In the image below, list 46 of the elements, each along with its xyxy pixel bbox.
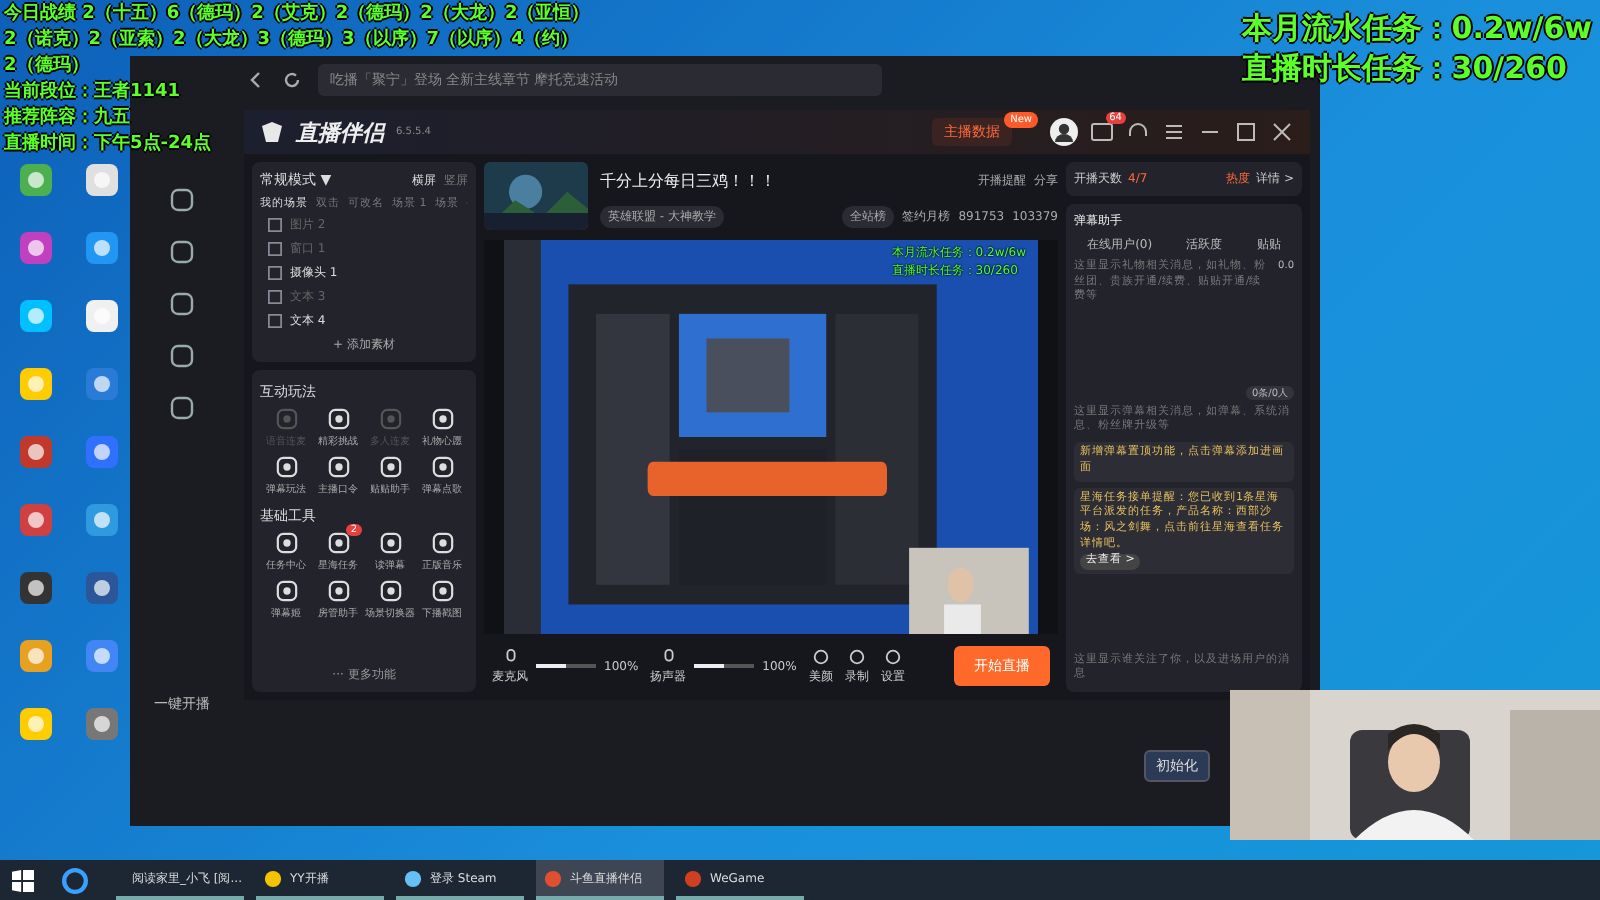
desktop-app-icon[interactable] xyxy=(16,500,56,540)
overlay-text: 直播时间：下午5点-24点 xyxy=(4,132,212,158)
browser-icon[interactable] xyxy=(62,867,88,893)
menu-icon[interactable] xyxy=(1162,120,1186,144)
overlay-text: 本月流水任务：0.2w/6w xyxy=(1241,8,1592,48)
logo-icon xyxy=(260,120,284,144)
overlay-text: 2（诺克）2（亚索）2（大龙）3（德玛）3（以序）7（以序）4（约） xyxy=(4,28,578,54)
app-title: 直播伴侣 xyxy=(296,117,384,147)
desktop-app-icon[interactable] xyxy=(16,432,56,472)
desktop-app-icon[interactable] xyxy=(16,296,56,336)
desktop-app-icon[interactable] xyxy=(16,364,56,404)
desktop-app-icon[interactable] xyxy=(16,228,56,268)
overlay-text: 推荐阵容：九五 xyxy=(4,106,130,132)
desktop-app-icon[interactable] xyxy=(82,296,122,336)
desktop-app-icon[interactable] xyxy=(16,704,56,744)
avatar-icon[interactable] xyxy=(1050,118,1078,146)
app-icon xyxy=(684,869,702,887)
desktop-app-icon[interactable] xyxy=(82,568,122,608)
desktop-app-icon[interactable] xyxy=(82,160,122,200)
sidebar-icon[interactable] xyxy=(170,188,194,212)
desktop-app-icon[interactable] xyxy=(16,568,56,608)
windows-start-icon[interactable] xyxy=(12,869,34,891)
maximize-icon[interactable] xyxy=(1234,120,1258,144)
app-icon xyxy=(544,869,562,887)
sidebar-icon[interactable] xyxy=(170,344,194,368)
overlay-text: 当前段位：王者1141 xyxy=(4,80,181,106)
sidebar-icon[interactable] xyxy=(170,240,194,264)
overlay-text: 2（德玛） xyxy=(4,54,89,80)
desktop-app-icon[interactable] xyxy=(82,432,122,472)
message-icon[interactable] xyxy=(1090,120,1114,144)
desktop-app-icon[interactable] xyxy=(82,704,122,744)
overlay-text: 今日战绩 2（十五）6（德玛）2（艾克）2（德玛）2（大龙）2（亚恒） xyxy=(4,2,590,28)
sidebar-icon[interactable] xyxy=(170,396,194,420)
stream-title: 千分上分每日三鸡！！！ xyxy=(600,169,776,191)
close-icon[interactable] xyxy=(1270,120,1294,144)
desktop-app-icon[interactable] xyxy=(82,636,122,676)
refresh-icon[interactable] xyxy=(282,70,302,90)
desktop-app-icon[interactable] xyxy=(16,160,56,200)
desktop-app-icon[interactable] xyxy=(82,364,122,404)
desktop-app-icon[interactable] xyxy=(16,636,56,676)
desktop-app-icon[interactable] xyxy=(82,228,122,268)
app-icon xyxy=(264,869,282,887)
app-icon xyxy=(404,869,422,887)
back-icon[interactable] xyxy=(246,70,266,90)
desktop-app-icon[interactable] xyxy=(82,500,122,540)
sidebar-icon[interactable] xyxy=(170,292,194,316)
